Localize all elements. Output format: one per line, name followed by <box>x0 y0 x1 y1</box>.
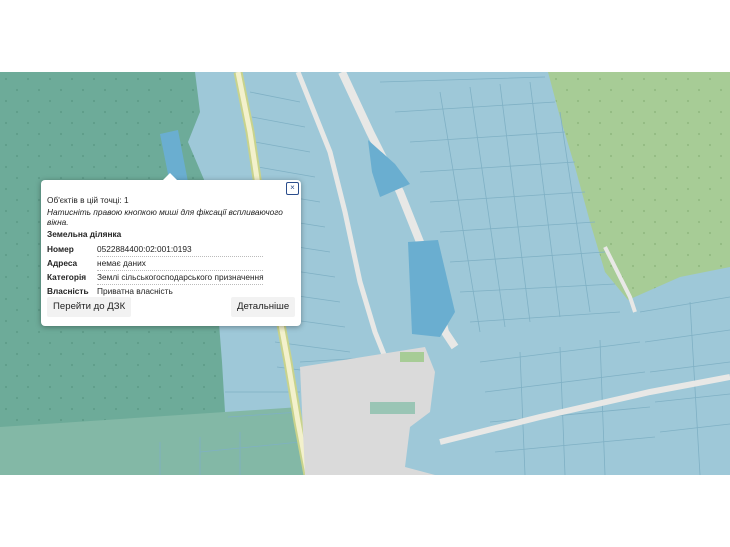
field-value: Землі сільськогосподарського призначення <box>97 272 264 282</box>
field-label: Адреса <box>47 258 78 268</box>
field-label: Власність <box>47 286 89 296</box>
feature-info-popup: × Об'єктів в цій точці: 1 Натисніть прав… <box>41 173 301 326</box>
field-value: Приватна власність <box>97 286 173 296</box>
close-icon[interactable]: × <box>286 182 299 195</box>
popup-pointer <box>163 173 177 180</box>
field-value: 0522884400:02:001:0193 <box>97 244 192 254</box>
details-button[interactable]: Детальніше <box>231 297 296 317</box>
objects-count: Об'єктів в цій точці: 1 <box>47 195 129 205</box>
popup-hint: Натисніть правою кнопкою миші для фіксац… <box>47 207 283 227</box>
goto-dzk-button[interactable]: Перейти до ДЗК <box>47 297 132 317</box>
field-value: немає даних <box>97 258 146 268</box>
field-label: Категорія <box>47 272 87 282</box>
field-label: Номер <box>47 244 74 254</box>
section-title: Земельна ділянка <box>47 229 122 239</box>
